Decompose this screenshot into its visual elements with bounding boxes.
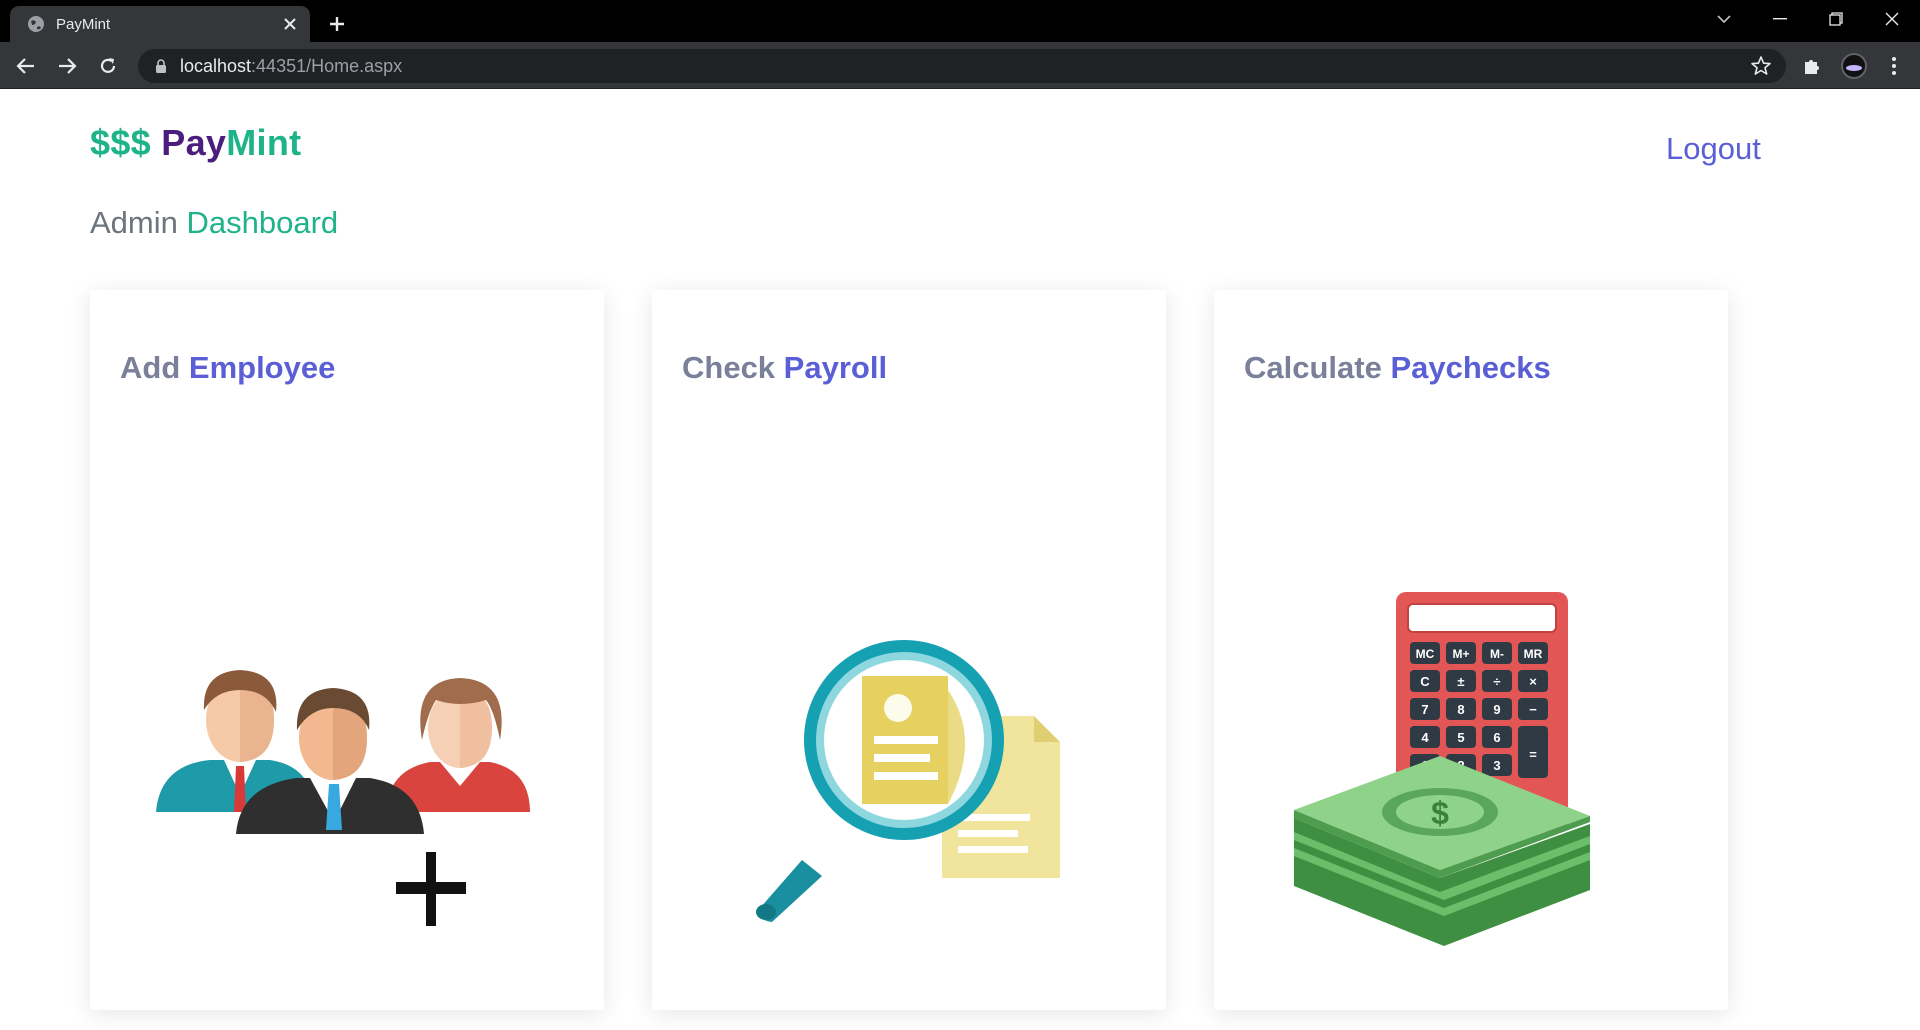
card-title[interactable]: Calculate Paychecks <box>1244 350 1551 386</box>
card-title-main: Payroll <box>783 350 888 385</box>
card-check-payroll[interactable]: Check Payroll <box>652 290 1166 1010</box>
profile-avatar[interactable] <box>1838 50 1870 82</box>
calculator-key-label: MR <box>1524 647 1543 661</box>
calculator-key-label: M+ <box>1452 647 1469 661</box>
restore-window-button[interactable] <box>1808 0 1864 38</box>
forward-arrow-icon[interactable] <box>51 50 83 82</box>
page-title-main: Dashboard <box>186 205 339 240</box>
calculator-key-label: MC <box>1416 647 1435 661</box>
calculator-key-label: 7 <box>1421 702 1428 717</box>
calculator-key-label: − <box>1529 702 1537 717</box>
extensions-puzzle-icon[interactable] <box>1796 50 1828 82</box>
close-window-button[interactable] <box>1864 0 1920 38</box>
tab-title: PayMint <box>56 15 111 33</box>
reload-icon[interactable] <box>92 50 124 82</box>
page-title-prefix: Admin <box>90 205 178 240</box>
calculator-money-icon: MCM+M-MRC±÷×789−456+123=0 $ <box>1294 592 1590 946</box>
card-calculate-paychecks[interactable]: Calculate Paychecks MCM+M-MRC±÷×789−456+… <box>1214 290 1728 1010</box>
url-path: :44351/Home.aspx <box>251 55 403 76</box>
url-text: localhost:44351/Home.aspx <box>180 56 402 77</box>
brand-dollars: $$$ <box>90 122 151 163</box>
page-title: Admin Dashboard <box>90 205 338 241</box>
calculator-key-label: 8 <box>1457 702 1464 717</box>
browser-tab-strip: PayMint <box>0 0 1920 42</box>
calculator-key-label: × <box>1529 674 1537 689</box>
calculator-key-label: ± <box>1457 674 1464 689</box>
calculator-key-label: 4 <box>1421 730 1429 745</box>
card-title-prefix: Check <box>682 350 776 385</box>
card-title-prefix: Add <box>120 350 181 385</box>
back-arrow-icon[interactable] <box>10 50 42 82</box>
calculator-key-label: M- <box>1490 647 1504 661</box>
card-title[interactable]: Check Payroll <box>682 350 887 386</box>
brand-logo[interactable]: $$$ PayMint <box>90 122 301 164</box>
calculator-key-label: C <box>1420 674 1430 689</box>
calculator-key-label: 6 <box>1493 730 1500 745</box>
card-title[interactable]: Add Employee <box>120 350 335 386</box>
browser-tab[interactable]: PayMint <box>10 6 310 42</box>
tab-search-chevron-icon[interactable] <box>1696 0 1752 38</box>
calculator-key-label: 9 <box>1493 702 1500 717</box>
address-bar[interactable]: localhost:44351/Home.aspx <box>138 49 1786 83</box>
brand-pay: Pay <box>161 122 227 163</box>
calculator-key-label: ÷ <box>1493 674 1500 689</box>
minimize-window-button[interactable] <box>1752 0 1808 38</box>
browser-toolbar: localhost:44351/Home.aspx <box>0 42 1920 89</box>
calculator-key-label: 3 <box>1493 758 1500 773</box>
brand-mint: Mint <box>226 122 302 163</box>
logout-link[interactable]: Logout <box>1666 131 1761 167</box>
url-host: localhost <box>180 55 252 76</box>
calculator-key-label: 5 <box>1457 730 1464 745</box>
close-tab-icon[interactable] <box>278 12 302 36</box>
avatar <box>1841 53 1867 79</box>
card-title-main: Paychecks <box>1390 350 1551 385</box>
card-add-employee[interactable]: Add Employee <box>90 290 604 1010</box>
magnifier-document-icon <box>756 640 1060 922</box>
lock-icon[interactable] <box>152 57 170 75</box>
employees-add-icon <box>156 670 530 926</box>
calculator-key-label: = <box>1529 747 1537 762</box>
bookmark-star-icon[interactable] <box>1750 55 1772 77</box>
dollar-sign: $ <box>1431 795 1449 831</box>
globe-icon <box>26 14 46 34</box>
card-title-prefix: Calculate <box>1244 350 1382 385</box>
browser-menu-kebab-icon[interactable] <box>1878 50 1910 82</box>
new-tab-button[interactable] <box>322 9 352 39</box>
card-title-main: Employee <box>188 350 336 385</box>
